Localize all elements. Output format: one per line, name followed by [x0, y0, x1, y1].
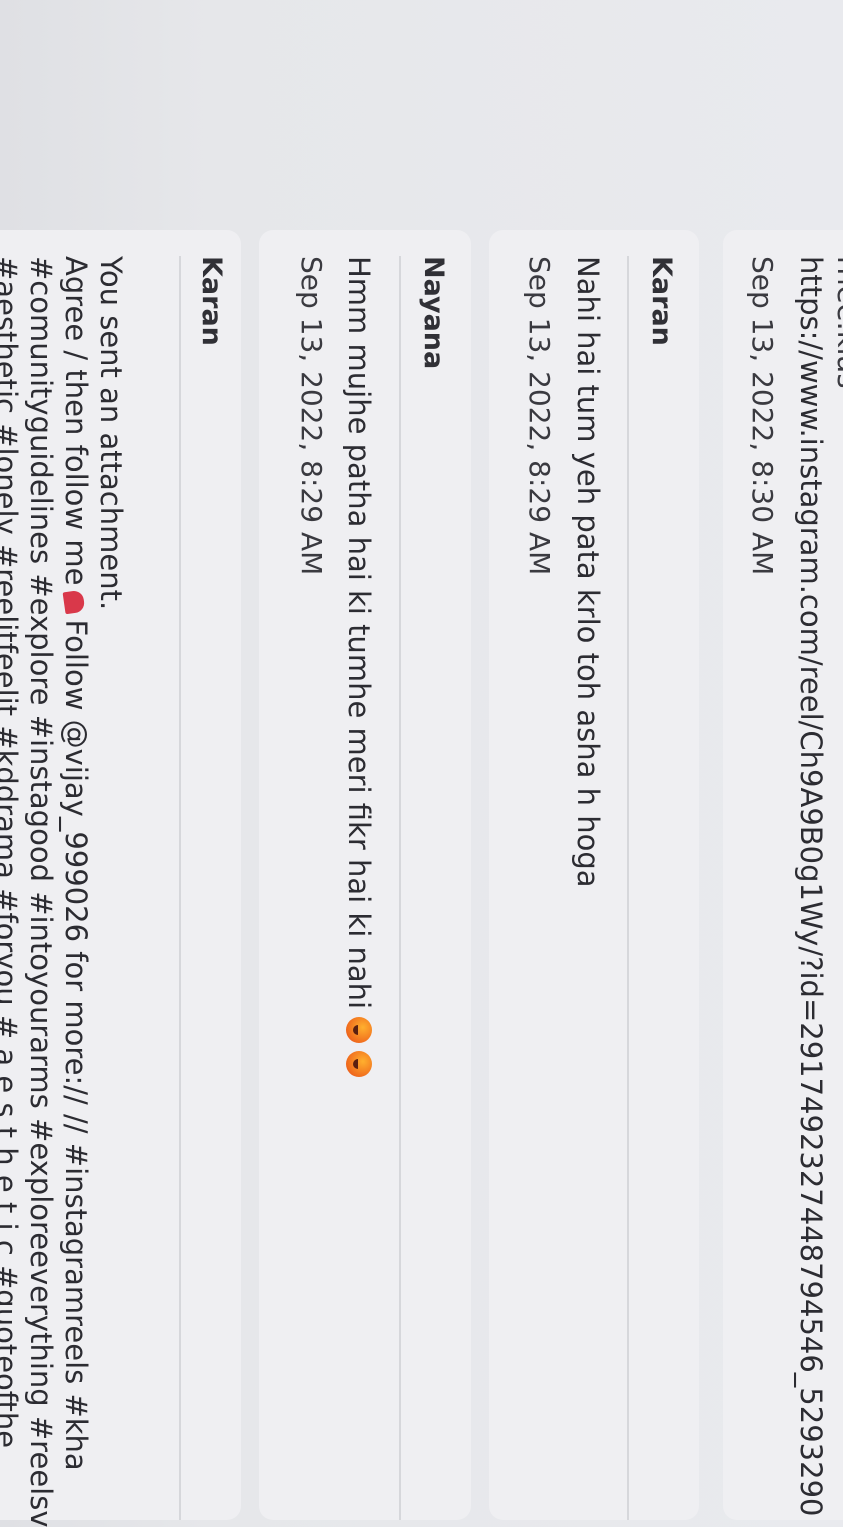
message-card[interactable]: rnee.kias https://www.instagram.com/reel… [723, 230, 843, 1520]
message-sender-partial: rnee.kias [831, 256, 843, 389]
message-divider [179, 256, 181, 1520]
message-text-row: Hmm mujhe patha hai ki tumhe meri fikr h… [342, 256, 376, 1078]
message-text: Hmm mujhe patha hai ki tumhe meri fikr h… [342, 256, 376, 1010]
message-sender: Nayana [418, 256, 449, 370]
message-list: rnee.kias https://www.instagram.com/reel… [0, 0, 843, 1527]
message-timestamp: Sep 13, 2022, 8:30 AM [746, 256, 779, 576]
message-divider [399, 256, 401, 1520]
message-timestamp: Sep 13, 2022, 8:29 AM [295, 256, 328, 576]
message-card[interactable]: Karan Nahi hai tum yeh pata krlo toh ash… [489, 230, 699, 1520]
face-emoji-icon [346, 1051, 372, 1078]
caption-part: Agree / then follow me [59, 256, 93, 586]
message-sender: Karan [646, 256, 677, 346]
message-card[interactable]: Nayana Hmm mujhe patha hai ki tumhe meri… [259, 230, 471, 1520]
message-divider [627, 256, 629, 1520]
message-sender: Karan [196, 256, 227, 346]
message-link[interactable]: https://www.instagram.com/reel/Ch9A9B0g1… [794, 256, 828, 1516]
attachment-caption-line: #comunityguidelines #explore #instagood … [24, 256, 58, 1527]
message-timestamp: Sep 13, 2022, 8:29 AM [523, 256, 556, 576]
caption-part: Follow @vijay_999026 for more:// // #ins… [59, 619, 93, 1471]
message-card[interactable]: Karan You sent an attachment. Agree / th… [0, 230, 241, 1527]
attachment-caption-line: Agree / then follow me Follow @vijay_9990… [59, 256, 93, 1471]
attachment-notice: You sent an attachment. [94, 256, 128, 611]
face-emoji-icon [346, 1017, 372, 1044]
message-text: Nahi hai tum yeh pata krlo toh asha h ho… [571, 256, 605, 888]
heart-icon [62, 590, 86, 615]
attachment-caption-line: #aesthetic #lonely #reelitfeelit #kddram… [0, 256, 23, 1449]
